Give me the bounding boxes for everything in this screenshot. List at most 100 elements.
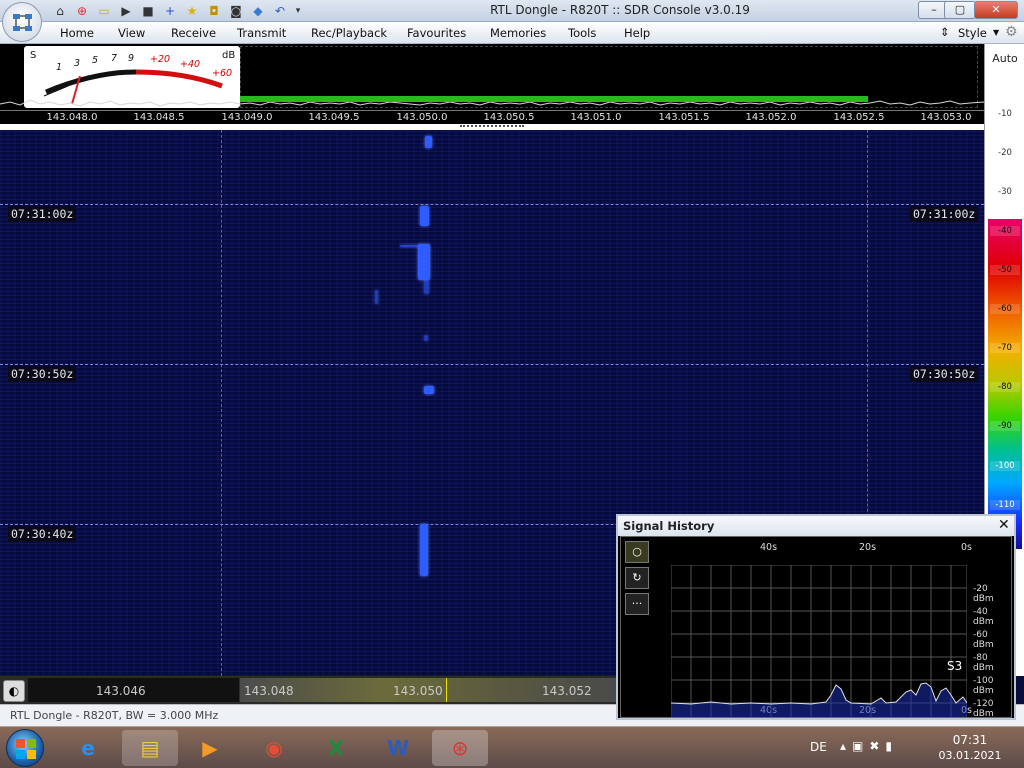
signal-trace (424, 280, 429, 294)
signal-history-body: ○ ↻ ··· 40s 20s 0s 40s 20s 0s -20 dBm (620, 536, 1012, 719)
style-menu[interactable]: Style (958, 26, 987, 40)
db-tick: -110 (990, 500, 1020, 510)
menu-favourites[interactable]: Favourites (407, 26, 466, 40)
dbm-tick: -80 dBm (973, 653, 994, 673)
language-indicator[interactable]: DE (810, 740, 827, 754)
sdr-console-icon[interactable]: ⊛ (432, 730, 488, 766)
overview-freq-tick: 143.050 (393, 684, 443, 698)
db-tick: -60 (990, 304, 1020, 314)
auto-button[interactable]: Auto (985, 52, 1024, 65)
menu-help[interactable]: Help (624, 26, 650, 40)
bandwidth-bar[interactable] (240, 96, 868, 102)
excel-icon[interactable]: X (308, 730, 364, 766)
play-icon[interactable]: ▶ (118, 3, 134, 19)
spectrum-display[interactable]: S dB 1 3 5 7 9 +20 +40 +60 (0, 44, 984, 110)
style-arrows-icon: ⇕ (940, 25, 950, 39)
star-icon[interactable]: ★ (184, 3, 200, 19)
db-tick: -90 (990, 421, 1020, 431)
undo-icon[interactable]: ↶ (272, 3, 288, 19)
overview-freq-tick: 143.046 (96, 684, 146, 698)
start-button[interactable] (6, 729, 44, 767)
freq-tick: 143.048.5 (133, 112, 185, 123)
freq-tick: 143.052.0 (745, 112, 797, 123)
menu-transmit[interactable]: Transmit (237, 26, 286, 40)
dbm-tick: -20 dBm (973, 584, 994, 604)
style-dropdown-icon[interactable]: ▼ (993, 28, 999, 37)
time-label-right: 07:31:00z (910, 206, 979, 222)
overview-frequency-scale[interactable]: 143.046 143.048 143.050 143.052 (28, 678, 616, 702)
more-options-button[interactable]: ··· (625, 593, 649, 615)
plus-icon[interactable]: + (162, 3, 178, 19)
clock-date[interactable]: 03.01.2021 (936, 749, 1004, 762)
freq-tick: 143.048.0 (46, 112, 98, 123)
menu-receive[interactable]: Receive (171, 26, 216, 40)
freq-tick: 143.049.5 (308, 112, 360, 123)
freq-tick: 143.051.0 (570, 112, 622, 123)
signal-trace (420, 524, 428, 576)
signal-history-close-button[interactable]: ✕ (998, 517, 1010, 533)
word-icon[interactable]: W (370, 730, 426, 766)
internet-explorer-icon[interactable]: e (60, 730, 116, 766)
overview-bar: ◐ 143.046 143.048 143.050 143.052 (0, 676, 616, 704)
signal-trace (425, 136, 432, 148)
title-bar: ⌂ ⊕ ▭ ▶ ■ + ★ ◘ ◙ ◆ ↶ ▾ RTL Dongle - R82… (0, 0, 1024, 22)
system-tray-icons[interactable]: ▴▣✖▮ (840, 739, 898, 753)
db-tick: -100 (990, 461, 1020, 471)
reset-button[interactable]: ↻ (625, 567, 649, 589)
record-button[interactable]: ○ (625, 541, 649, 563)
stop-icon[interactable]: ■ (140, 3, 156, 19)
menu-view[interactable]: View (118, 26, 145, 40)
file-explorer-icon[interactable]: ▤ (122, 730, 178, 766)
app-logo-icon (13, 14, 32, 31)
chrome-icon[interactable]: ◉ (246, 730, 302, 766)
dbm-tick: -120 dBm (973, 699, 994, 719)
close-button[interactable]: ✕ (974, 1, 1018, 19)
folder-icon[interactable]: ▭ (96, 3, 112, 19)
home-icon[interactable]: ⌂ (52, 3, 68, 19)
time-tick: 40s (760, 542, 778, 553)
signal-history-title: Signal History (618, 516, 1014, 536)
overview-toggle-button[interactable]: ◐ (3, 680, 25, 702)
dbm-tick: -60 dBm (973, 630, 994, 650)
dbm-tick: -40 dBm (973, 607, 994, 627)
freq-tick: 143.050.5 (483, 112, 535, 123)
db-tick: -20 (998, 148, 1012, 158)
db-tick: -50 (990, 265, 1020, 275)
menu-tools[interactable]: Tools (568, 26, 596, 40)
status-text: RTL Dongle - R820T, BW = 3.000 MHz (10, 709, 219, 722)
s-meter-reading: S3 (947, 659, 963, 673)
dbm-tick: -100 dBm (973, 676, 994, 696)
time-tick: 0s (961, 542, 972, 553)
time-label-left: 07:31:00z (8, 206, 77, 222)
freq-tick: 143.052.5 (833, 112, 885, 123)
help-lifebuoy-icon[interactable]: ⊕ (74, 3, 90, 19)
signal-history-chart[interactable] (670, 564, 968, 717)
menu-rec-playback[interactable]: Rec/Playback (311, 26, 387, 40)
lock-icon[interactable]: ◘ (206, 3, 222, 19)
menu-home[interactable]: Home (60, 26, 94, 40)
media-player-icon[interactable]: ▶ (182, 730, 238, 766)
time-tick: 20s (859, 542, 877, 553)
signal-trace (418, 244, 430, 280)
dropdown-icon[interactable]: ▾ (290, 3, 306, 19)
signal-trace (420, 206, 429, 226)
freq-tick: 143.049.0 (221, 112, 273, 123)
time-label-left: 07:30:40z (8, 526, 77, 542)
color-gradient-bar[interactable]: -40 -50 -60 -70 -80 -90 -100 -110 (988, 219, 1022, 549)
application-menu-button[interactable] (2, 2, 42, 42)
time-label-left: 07:30:50z (8, 366, 77, 382)
time-marker-line (0, 364, 984, 365)
db-tick: -70 (990, 343, 1020, 353)
frequency-scale[interactable]: 143.048.0 143.048.5 143.049.0 143.049.5 … (0, 110, 984, 124)
clock-time[interactable]: 07:31 (940, 733, 1000, 747)
windows-taskbar: e ▤ ▶ ◉ X W ⊛ DE ▴▣✖▮ 07:31 03.01.2021 (0, 726, 1024, 768)
gear-icon[interactable]: ⚙ (1005, 24, 1018, 40)
sdr-console-window: ⌂ ⊕ ▭ ▶ ■ + ★ ◘ ◙ ◆ ↶ ▾ RTL Dongle - R82… (0, 0, 1024, 768)
camera-icon[interactable]: ◙ (228, 3, 244, 19)
maximize-button[interactable]: ▢ (944, 1, 976, 19)
freq-tick: 143.053.0 (920, 112, 972, 123)
drop-icon[interactable]: ◆ (250, 3, 266, 19)
menu-memories[interactable]: Memories (490, 26, 546, 40)
db-tick: -40 (990, 226, 1020, 236)
overview-freq-tick: 143.048 (244, 684, 294, 698)
